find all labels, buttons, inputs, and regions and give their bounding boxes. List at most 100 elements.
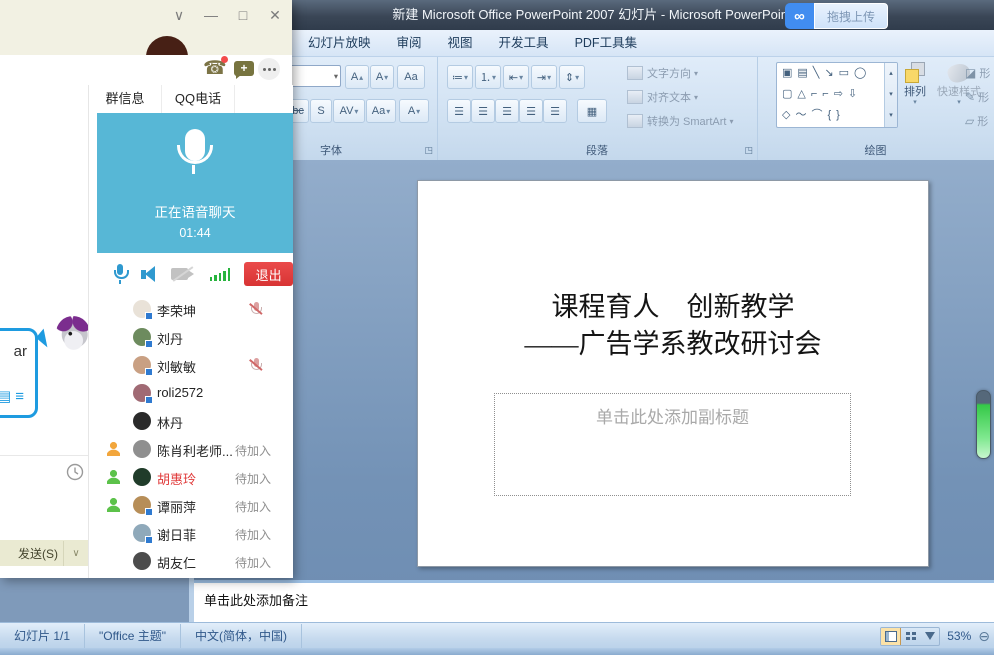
mobile-badge-icon	[145, 312, 153, 320]
ribbon-tab[interactable]: PDF工具集	[562, 30, 651, 56]
more-options-icon[interactable]	[258, 58, 280, 80]
qq-title-area: ∨ — □ ✕	[0, 0, 292, 55]
member-row[interactable]: 刘丹	[89, 323, 293, 351]
drag-upload-button[interactable]: 拖拽上传	[814, 3, 888, 29]
close-icon[interactable]: ✕	[266, 5, 284, 25]
text-shadow-button[interactable]: S	[310, 99, 332, 123]
chat-file-bubble[interactable]: ar ▤≡	[0, 328, 38, 418]
change-case-button[interactable]: Aa▾	[366, 99, 396, 123]
ribbon-tab[interactable]: 审阅	[384, 30, 435, 56]
member-row[interactable]: 谢日菲 待加入	[89, 519, 293, 547]
camera-off-icon[interactable]	[171, 266, 194, 282]
alignment-button[interactable]: ☰	[471, 99, 495, 123]
notes-placeholder[interactable]: 单击此处添加备注	[204, 590, 308, 609]
paragraph-menu-item[interactable]: 对齐文本▾	[627, 88, 755, 106]
maximize-icon[interactable]: □	[234, 5, 252, 25]
mobile-badge-icon	[145, 536, 153, 544]
ribbon-tab[interactable]: 开发工具	[486, 30, 562, 56]
divider	[0, 455, 88, 456]
increase-font-button[interactable]: A▴	[345, 65, 369, 89]
file-action-icons[interactable]: ▤≡	[0, 387, 28, 405]
member-status: 待加入	[235, 498, 271, 515]
window-menu-icon[interactable]: ∨	[170, 5, 188, 25]
member-row[interactable]: 李荣坤	[89, 295, 293, 323]
member-status: 待加入	[235, 526, 271, 543]
clear-format-button[interactable]: Aa	[397, 65, 425, 89]
bubble-tail	[36, 329, 55, 348]
speaker-toggle-icon[interactable]	[141, 266, 155, 282]
member-status: 待加入	[235, 554, 271, 571]
normal-view-button[interactable]	[881, 628, 901, 645]
volume-indicator[interactable]	[976, 390, 991, 459]
status-segment[interactable]: 中文(简体，中国)	[181, 624, 302, 649]
ribbon-tab[interactable]: 幻灯片放映	[295, 30, 384, 56]
minimize-icon[interactable]: —	[202, 5, 220, 25]
font-dialog-launcher-icon[interactable]: ◳	[424, 145, 433, 156]
send-options-chevron-icon[interactable]: ∨	[63, 541, 88, 566]
member-row[interactable]: roli2572	[89, 379, 293, 407]
slideshow-button[interactable]	[920, 628, 939, 645]
new-message-icon[interactable]: +	[234, 61, 254, 76]
char-spacing-button[interactable]: AV▾	[333, 99, 365, 123]
member-row[interactable]: 胡友仁 待加入	[89, 547, 293, 575]
member-row[interactable]: 林丹	[89, 407, 293, 435]
alignment-button[interactable]: ☰	[495, 99, 519, 123]
mute-mic-toggle-icon[interactable]	[113, 263, 127, 285]
member-row[interactable]: 刘敏敏	[89, 351, 293, 379]
decrease-font-button[interactable]: A▾	[370, 65, 394, 89]
member-row[interactable]: 胡惠玲 待加入	[89, 463, 293, 491]
slide-sorter-button[interactable]	[901, 628, 920, 645]
alignment-button[interactable]: ☰	[519, 99, 543, 123]
shape-format-button[interactable]: ✎ 形	[965, 85, 994, 109]
zoom-level[interactable]: 53%	[947, 629, 971, 643]
arrange-icon	[905, 62, 925, 82]
subtitle-placeholder[interactable]: 单击此处添加副标题	[494, 393, 851, 496]
member-row[interactable]: 谭丽萍 待加入	[89, 491, 293, 519]
mouse-emoji-avatar[interactable]	[56, 316, 88, 350]
shape-format-buttons: ◪ 形 ✎ 形 ▱ 形	[965, 61, 994, 133]
status-segment[interactable]: "Office 主题"	[85, 624, 181, 649]
shapes-gallery[interactable]: ▣▤╲↘▭◯▢△⌐⌐⇨⇩◇〜⌒{} ▴ ▾ ▾	[776, 62, 898, 128]
paragraph-menu-item[interactable]: 文字方向▾	[627, 64, 755, 82]
font-color-button[interactable]: A▾	[399, 99, 429, 123]
qq-toolbar: ☎ +	[0, 55, 292, 85]
file-icon[interactable]: ▤	[0, 388, 15, 405]
notes-pane[interactable]: 单击此处添加备注	[194, 580, 994, 622]
mobile-badge-icon	[145, 368, 153, 376]
presence-person-icon	[107, 470, 120, 484]
paragraph-button[interactable]: ⒈▾	[475, 65, 501, 89]
paragraph-group: ≔▾⒈▾⇤▾⇥▾⇕▾ ☰☰☰☰☰▦ 文字方向▾ 对齐文本▾	[437, 57, 758, 160]
paragraph-button[interactable]: ⇤▾	[503, 65, 529, 89]
status-segment[interactable]: 幻灯片 1/1	[0, 624, 85, 649]
shape-format-icon: ◪	[965, 66, 976, 80]
send-button[interactable]: 发送(S)	[0, 545, 63, 562]
menu-icon[interactable]: ≡	[15, 388, 28, 405]
paragraph-dialog-launcher-icon[interactable]: ◳	[744, 145, 753, 156]
slide-title[interactable]: 课程育人 创新教学 ——广告学系教改研讨会	[418, 289, 928, 363]
group-avatar[interactable]	[146, 36, 188, 55]
alignment-button[interactable]: ▦	[577, 99, 607, 123]
shape-format-button[interactable]: ◪ 形	[965, 61, 994, 85]
member-row[interactable]: 陈肖利老师... 待加入	[89, 435, 293, 463]
paragraph-menu-item[interactable]: 转换为 SmartArt▾	[627, 112, 755, 130]
arrange-button[interactable]: 排列 ▾	[895, 62, 935, 136]
alignment-button[interactable]: ☰	[447, 99, 471, 123]
alignment-button[interactable]: ☰	[543, 99, 567, 123]
paragraph-button[interactable]: ⇥▾	[531, 65, 557, 89]
history-clock-icon[interactable]	[66, 463, 84, 481]
paragraph-button[interactable]: ⇕▾	[559, 65, 585, 89]
exit-call-button[interactable]: 退出	[244, 262, 293, 286]
shape-format-icon: ▱	[965, 114, 974, 128]
shape-gallery-row[interactable]: ▢△⌐⌐⇨⇩	[777, 84, 897, 105]
shape-gallery-row[interactable]: ▣▤╲↘▭◯	[777, 63, 897, 84]
netdisk-upload-widget[interactable]: ∞ 拖拽上传	[785, 3, 888, 29]
zoom-out-icon[interactable]: ⊖	[978, 628, 990, 645]
ribbon-tab[interactable]: 视图	[435, 30, 486, 56]
shape-gallery-row[interactable]: ◇〜⌒{}	[777, 105, 897, 126]
qq-tab[interactable]: 群信息	[89, 85, 162, 113]
shape-format-button[interactable]: ▱ 形	[965, 109, 994, 133]
paragraph-button[interactable]: ≔▾	[447, 65, 473, 89]
qq-tab[interactable]: QQ电话	[162, 85, 235, 113]
slide-canvas[interactable]: 课程育人 创新教学 ——广告学系教改研讨会 单击此处添加副标题	[417, 180, 929, 567]
slides-pane[interactable]	[0, 578, 189, 622]
